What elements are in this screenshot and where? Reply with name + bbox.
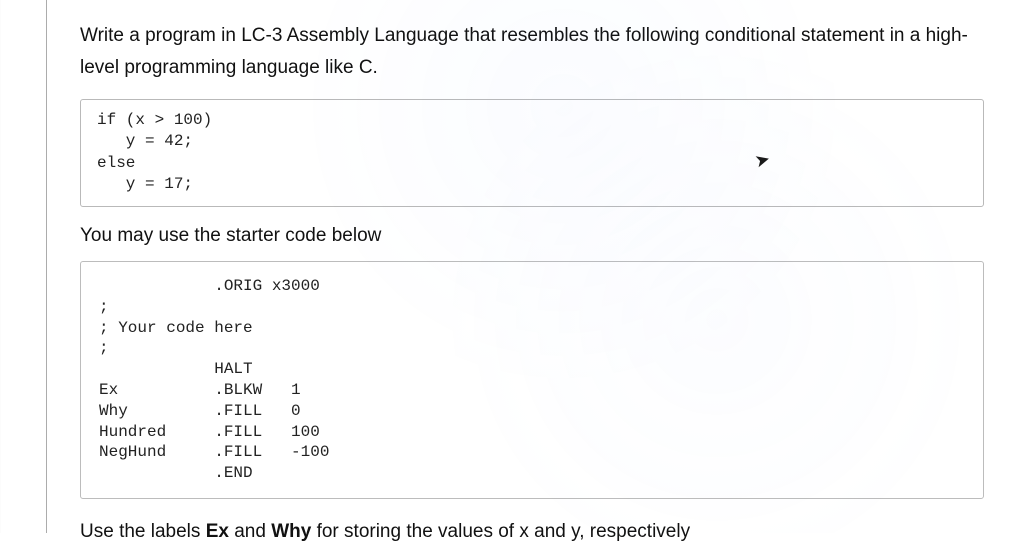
left-margin-rule	[46, 0, 47, 533]
starter-code: .ORIG x3000 ; ; Your code here ; HALT Ex…	[99, 276, 965, 484]
label-ex: Ex	[206, 521, 229, 542]
final-note: Use the labels Ex and Why for storing th…	[80, 521, 984, 543]
final-note-middle: and	[229, 521, 271, 542]
c-code: if (x > 100) y = 42; else y = 17;	[97, 110, 967, 196]
c-code-box: if (x > 100) y = 42; else y = 17;	[80, 99, 984, 207]
final-note-suffix: for storing the values of x and y, respe…	[311, 521, 690, 542]
final-note-prefix: Use the labels	[80, 521, 206, 542]
starter-code-box: .ORIG x3000 ; ; Your code here ; HALT Ex…	[80, 261, 984, 499]
starter-prompt: You may use the starter code below	[80, 225, 984, 247]
question-intro: Write a program in LC-3 Assembly Languag…	[80, 20, 984, 85]
label-why: Why	[271, 521, 311, 542]
